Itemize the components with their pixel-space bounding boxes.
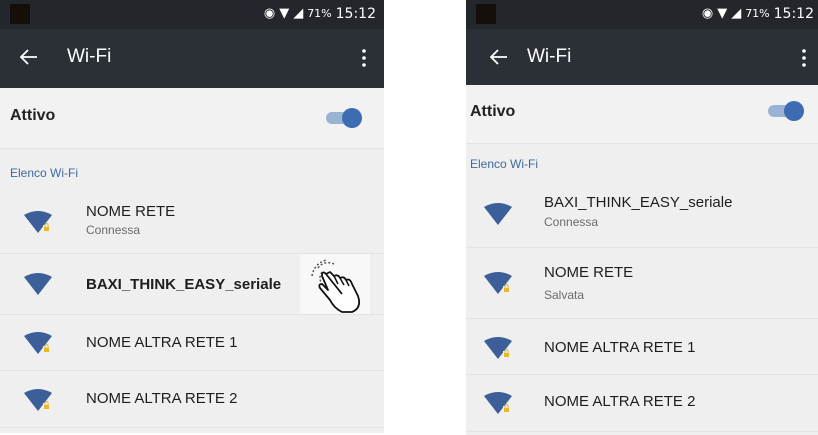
network-name: NOME ALTRA RETE 2 <box>544 393 696 410</box>
more-options-icon[interactable] <box>796 44 812 72</box>
network-name: NOME ALTRA RETE 1 <box>86 334 238 351</box>
app-bar: Wi-Fi <box>0 29 384 88</box>
wifi-list-header: Elenco Wi-Fi <box>10 166 79 180</box>
wifi-locked-icon <box>24 389 52 411</box>
clock: 15:12 <box>335 6 376 22</box>
phone-screen-before: ◉ ▼ ◢ 71% 15:12 Wi-Fi Attivo Elenco Wi-F… <box>0 0 384 433</box>
wifi-locked-icon <box>484 337 512 359</box>
network-name: NOME RETE <box>544 264 634 281</box>
network-status: Connessa <box>544 215 599 229</box>
wifi-active-label: Attivo <box>470 103 516 120</box>
network-name: BAXI_THINK_EASY_seriale <box>544 194 733 211</box>
phone-screen-after: ◉ ▼ ◢ 71% 15:12 Wi-Fi Attivo Elenco Wi-F… <box>466 0 818 435</box>
more-options-icon[interactable] <box>356 44 372 72</box>
status-bar: ◉ ▼ ◢ 71% 15:12 <box>0 0 384 29</box>
notification-icon <box>10 4 30 24</box>
network-row-baxi[interactable]: BAXI_THINK_EASY_seriale <box>0 254 384 315</box>
back-arrow-icon[interactable] <box>14 42 44 72</box>
network-name: BAXI_THINK_EASY_seriale <box>86 276 282 293</box>
network-name: NOME ALTRA RETE 1 <box>544 339 696 356</box>
status-icons: ◉ ▼ ◢ 71% 15:12 <box>702 6 814 22</box>
wifi-locked-icon <box>24 211 52 233</box>
wifi-status-icon: ▼ <box>279 6 290 21</box>
back-arrow-icon[interactable] <box>484 42 514 72</box>
page-title: Wi-Fi <box>67 46 112 67</box>
wifi-locked-icon <box>24 332 52 354</box>
network-row-altra-1[interactable]: NOME ALTRA RETE 1 <box>0 315 384 371</box>
network-row-nome-rete[interactable]: NOME RETE Salvata <box>466 248 818 319</box>
app-bar: Wi-Fi <box>466 29 818 88</box>
network-row-altra-1[interactable]: NOME ALTRA RETE 1 <box>466 319 818 375</box>
wifi-active-row[interactable]: Attivo <box>466 85 818 144</box>
network-status: Salvata <box>544 288 585 302</box>
status-bar: ◉ ▼ ◢ 71% 15:12 <box>466 0 818 29</box>
network-row-altra-2[interactable]: NOME ALTRA RETE 2 <box>0 371 384 428</box>
network-name: NOME ALTRA RETE 2 <box>86 390 238 407</box>
network-status: Connessa <box>86 223 141 237</box>
wifi-active-row[interactable]: Attivo <box>0 88 384 149</box>
wifi-toggle-switch[interactable] <box>768 101 804 121</box>
wifi-active-label: Attivo <box>10 107 56 124</box>
do-not-disturb-icon: ◉ <box>701 6 714 21</box>
battery-level: 71% <box>307 7 332 20</box>
hand-tap-icon <box>300 254 370 314</box>
network-name: NOME RETE <box>86 203 176 220</box>
wifi-locked-icon <box>484 272 512 294</box>
signal-icon: ◢ <box>293 6 304 21</box>
wifi-list-header: Elenco Wi-Fi <box>470 157 539 171</box>
wifi-status-icon: ▼ <box>717 6 728 21</box>
wifi-toggle-switch[interactable] <box>326 108 362 128</box>
network-row-baxi[interactable]: BAXI_THINK_EASY_seriale Connessa <box>466 181 818 248</box>
notification-icon <box>476 4 496 24</box>
wifi-locked-icon <box>484 392 512 414</box>
battery-level: 71% <box>745 7 770 20</box>
status-icons: ◉ ▼ ◢ 71% 15:12 <box>264 6 376 22</box>
network-row-altra-2[interactable]: NOME ALTRA RETE 2 <box>466 375 818 432</box>
do-not-disturb-icon: ◉ <box>263 6 276 21</box>
network-row-nome-rete[interactable]: NOME RETE Connessa <box>0 190 384 254</box>
wifi-open-icon <box>24 273 52 295</box>
clock: 15:12 <box>773 6 814 22</box>
wifi-open-icon <box>484 203 512 225</box>
signal-icon: ◢ <box>731 6 742 21</box>
page-title: Wi-Fi <box>527 46 572 67</box>
